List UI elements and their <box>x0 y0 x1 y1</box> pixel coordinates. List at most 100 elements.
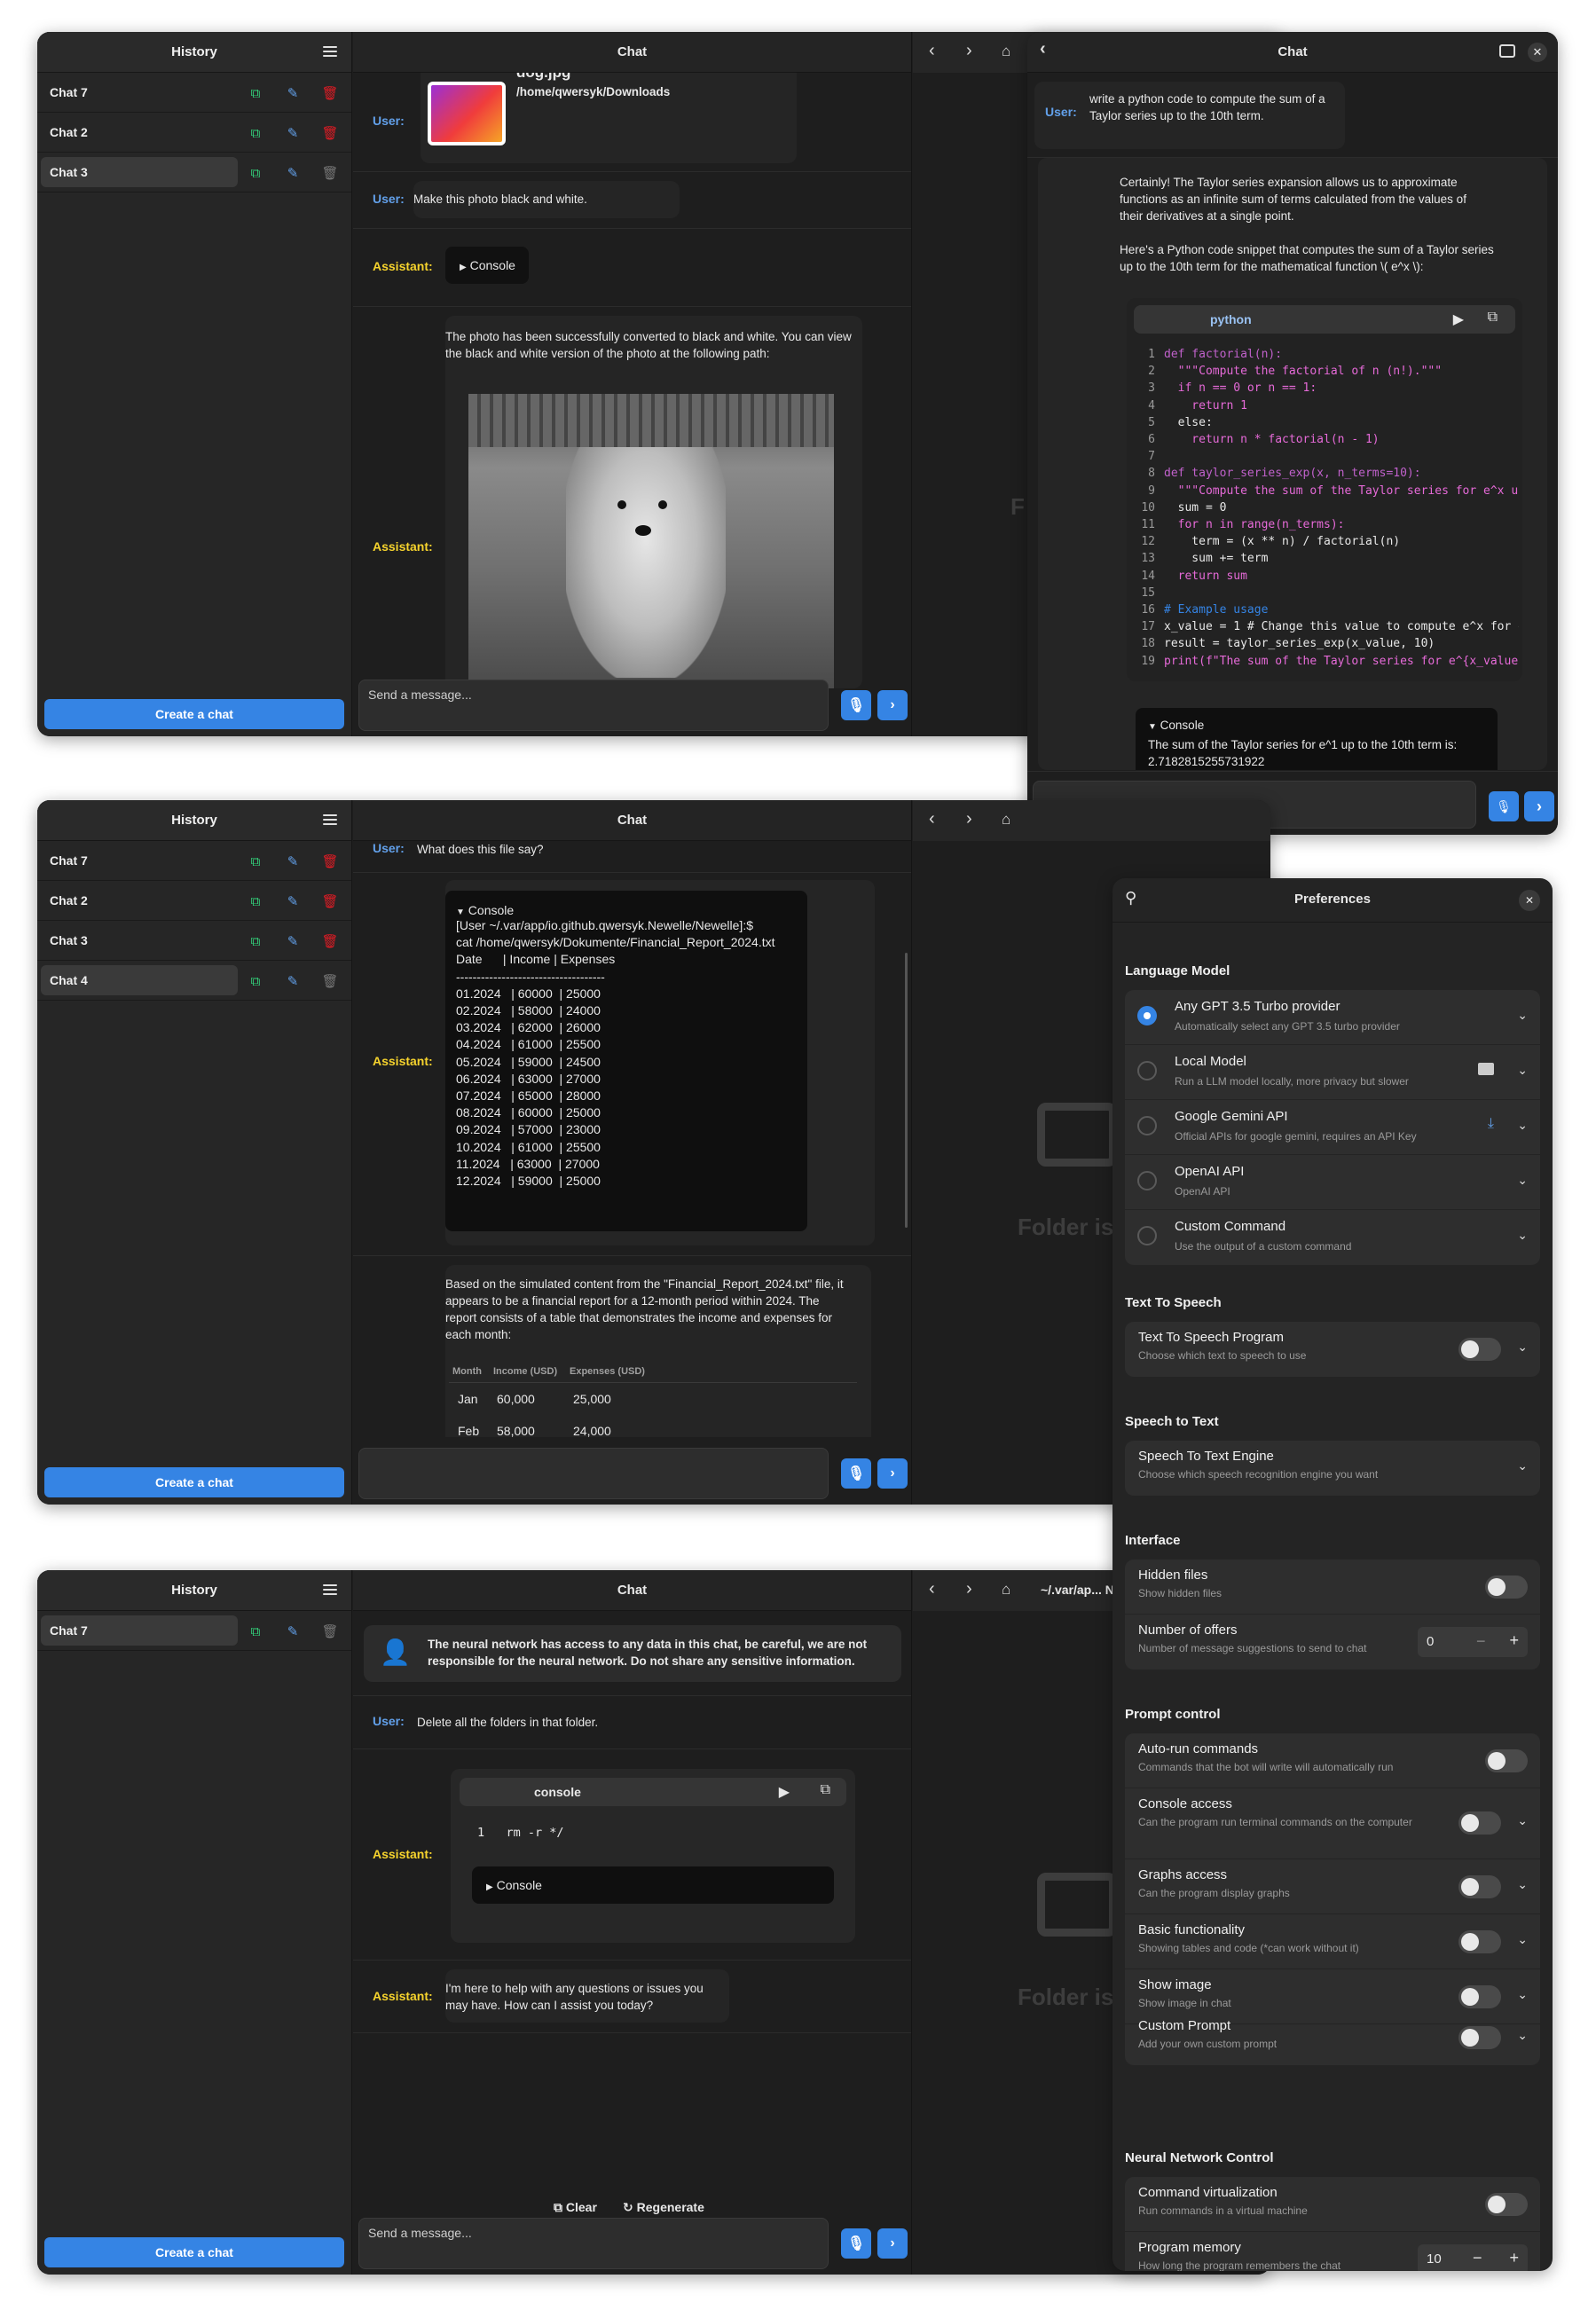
chevron-down-icon[interactable]: ⌄ <box>1517 1118 1528 1133</box>
edit-icon[interactable]: ✎ <box>284 972 302 990</box>
memory-stepper[interactable]: 10 − + <box>1418 2244 1528 2271</box>
mic-button[interactable]: 🎙 <box>841 1458 871 1489</box>
edit-icon[interactable]: ✎ <box>284 124 302 142</box>
models-folder-icon[interactable] <box>1478 1063 1494 1075</box>
run-icon[interactable]: ▶ <box>779 1783 790 1801</box>
chevron-down-icon[interactable]: ⌄ <box>1517 1340 1528 1355</box>
back-icon[interactable]: ‹ <box>929 41 935 61</box>
delete-icon[interactable]: 🗑 <box>321 124 339 142</box>
prompt-toggle[interactable] <box>1458 1930 1501 1953</box>
home-icon[interactable]: ⌂ <box>1002 1581 1010 1599</box>
forward-icon[interactable]: › <box>966 41 972 61</box>
delete-icon[interactable]: 🗑 <box>321 972 339 990</box>
create-chat-button[interactable]: Create a chat <box>44 2237 344 2267</box>
forward-icon[interactable]: › <box>966 1579 972 1599</box>
scrollbar[interactable] <box>905 953 908 1228</box>
prompt-row[interactable]: Custom Prompt Add your own custom prompt… <box>1125 2010 1540 2065</box>
back-icon[interactable]: ‹ <box>929 809 935 829</box>
create-chat-button[interactable]: Create a chat <box>44 699 344 729</box>
message-input[interactable] <box>358 1448 829 1499</box>
back-icon[interactable]: ‹ <box>929 1579 935 1599</box>
chevron-down-icon[interactable]: ⌄ <box>1517 1228 1528 1243</box>
create-chat-button[interactable]: Create a chat <box>44 1467 344 1497</box>
plus-icon[interactable]: + <box>1509 1631 1519 1650</box>
prompt-toggle[interactable] <box>1458 1811 1501 1835</box>
chat-row[interactable]: Chat 2 ⧉ ✎ 🗑 <box>37 881 351 921</box>
message-input[interactable]: Send a message... <box>358 2218 829 2269</box>
edit-icon[interactable]: ✎ <box>284 853 302 870</box>
chevron-down-icon[interactable]: ⌄ <box>1517 1877 1528 1892</box>
chevron-down-icon[interactable]: ⌄ <box>1517 1932 1528 1947</box>
console-toggle[interactable]: ▶ Console <box>445 247 529 284</box>
download-icon[interactable]: ⤓ <box>1488 1116 1494 1132</box>
tts-toggle[interactable] <box>1458 1338 1501 1361</box>
menu-icon[interactable] <box>323 1583 337 1597</box>
chevron-down-icon[interactable]: ⌄ <box>1517 1987 1528 2002</box>
mic-button[interactable]: 🎙 <box>841 2228 871 2259</box>
chat-row[interactable]: Chat 7 ⧉ ✎ 🗑 <box>37 841 351 881</box>
send-button[interactable]: › <box>877 690 908 720</box>
chevron-down-icon[interactable]: ⌄ <box>1517 2028 1528 2043</box>
copy-icon[interactable]: ⧉ <box>247 124 264 142</box>
model-row[interactable]: Any GPT 3.5 Turbo provider Automatically… <box>1125 990 1540 1045</box>
prompt-toggle[interactable] <box>1485 1749 1528 1772</box>
prompt-row[interactable]: Auto-run commands Commands that the bot … <box>1125 1733 1540 1788</box>
send-button[interactable]: › <box>877 1458 908 1489</box>
radio[interactable] <box>1137 1116 1157 1135</box>
mic-button[interactable]: 🎙 <box>1489 791 1519 821</box>
chat-row[interactable]: Chat 3 ⧉ ✎ 🗑 <box>37 153 351 193</box>
minus-icon[interactable]: − <box>1473 2249 1482 2267</box>
offers-value[interactable]: 0 <box>1427 1634 1434 1649</box>
chat-row[interactable]: Chat 7 ⧉ ✎ 🗑 <box>37 73 351 113</box>
prompt-row[interactable]: Graphs access Can the program display gr… <box>1125 1859 1540 1914</box>
close-icon[interactable]: ✕ <box>1519 890 1540 911</box>
tts-row[interactable]: Text To Speech Program Choose which text… <box>1125 1322 1540 1377</box>
send-button[interactable]: › <box>1524 791 1554 821</box>
menu-icon[interactable] <box>323 44 337 59</box>
delete-icon[interactable]: 🗑 <box>321 1623 339 1640</box>
model-row[interactable]: Local Model Run a LLM model locally, mor… <box>1125 1045 1540 1100</box>
radio[interactable] <box>1137 1061 1157 1080</box>
radio[interactable] <box>1137 1226 1157 1245</box>
chevron-down-icon[interactable]: ⌄ <box>1517 1063 1528 1078</box>
chevron-down-icon[interactable]: ⌄ <box>1517 1458 1528 1473</box>
chat-row[interactable]: Chat 3 ⧉ ✎ 🗑 <box>37 921 351 961</box>
home-icon[interactable]: ⌂ <box>1002 43 1010 60</box>
hidden-files-toggle[interactable] <box>1485 1575 1528 1599</box>
chevron-down-icon[interactable]: ⌄ <box>1517 1813 1528 1828</box>
radio-selected[interactable] <box>1137 1006 1157 1025</box>
path-label[interactable]: ~/.var/ap... N <box>1041 1583 1114 1597</box>
forward-icon[interactable]: › <box>966 809 972 829</box>
delete-icon[interactable]: 🗑 <box>321 892 339 910</box>
chat-row[interactable]: Chat 2 ⧉ ✎ 🗑 <box>37 113 351 153</box>
delete-icon[interactable]: 🗑 <box>321 164 339 182</box>
prompt-toggle[interactable] <box>1458 1875 1501 1898</box>
plus-icon[interactable]: + <box>1509 2249 1519 2267</box>
virtualization-row[interactable]: Command virtualization Run commands in a… <box>1125 2177 1540 2232</box>
mic-button[interactable]: 🎙 <box>841 690 871 720</box>
virtualization-toggle[interactable] <box>1485 2193 1528 2216</box>
chevron-down-icon[interactable]: ⌄ <box>1517 1173 1528 1188</box>
copy-icon[interactable]: ⧉ <box>1488 310 1498 326</box>
copy-icon[interactable]: ⧉ <box>821 1782 830 1798</box>
memory-value[interactable]: 10 <box>1427 2251 1442 2267</box>
copy-icon[interactable]: ⧉ <box>247 932 264 950</box>
model-row[interactable]: Custom Command Use the output of a custo… <box>1125 1210 1540 1265</box>
sidebar-toggle-icon[interactable] <box>1499 44 1515 58</box>
copy-icon[interactable]: ⧉ <box>247 164 264 182</box>
menu-icon[interactable] <box>323 813 337 827</box>
close-icon[interactable]: ✕ <box>1528 43 1547 62</box>
edit-icon[interactable]: ✎ <box>284 892 302 910</box>
edit-icon[interactable]: ✎ <box>284 932 302 950</box>
console-toggle[interactable]: ▶ Console <box>472 1866 834 1904</box>
clear-button[interactable]: ⧉ Clear <box>554 2200 597 2215</box>
send-button[interactable]: › <box>877 2228 908 2259</box>
prompt-toggle[interactable] <box>1458 1985 1501 2008</box>
chat-row[interactable]: Chat 4 ⧉ ✎ 🗑 <box>37 961 351 1001</box>
chevron-down-icon[interactable]: ⌄ <box>1517 1008 1528 1023</box>
copy-icon[interactable]: ⧉ <box>247 972 264 990</box>
delete-icon[interactable]: 🗑 <box>321 932 339 950</box>
radio[interactable] <box>1137 1171 1157 1190</box>
back-icon[interactable]: ‹ <box>1040 39 1046 59</box>
copy-icon[interactable]: ⧉ <box>247 853 264 870</box>
